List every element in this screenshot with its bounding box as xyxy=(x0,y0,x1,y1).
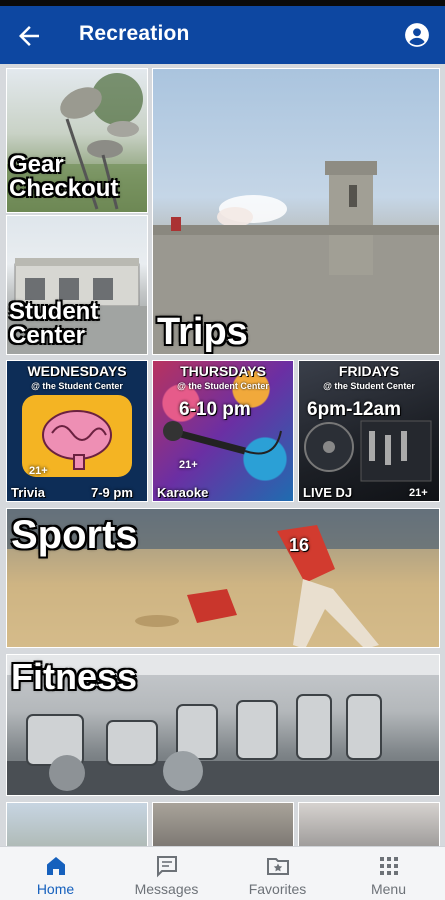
more-tile[interactable] xyxy=(298,802,440,846)
recreation-grid: Gear Checkout Student Center Trips WEDNE… xyxy=(0,64,445,846)
gear-checkout-label: Gear Checkout xyxy=(9,151,119,202)
page-title: Recreation xyxy=(79,22,190,45)
fitness-tile[interactable]: Fitness xyxy=(6,654,440,796)
message-icon xyxy=(157,856,177,878)
student-center-label: Student Center xyxy=(9,298,99,349)
nav-label: Messages xyxy=(134,881,199,897)
nav-label: Home xyxy=(36,881,75,897)
event-location: @ the Student Center xyxy=(323,381,415,391)
event-age: 21+ xyxy=(409,487,428,499)
event-time: 6pm-12am xyxy=(307,399,401,420)
nav-messages[interactable]: Messages xyxy=(111,847,222,900)
sports-label: Sports xyxy=(11,513,138,557)
student-center-tile[interactable]: Student Center xyxy=(6,215,148,355)
jersey-number: 16 xyxy=(289,535,310,555)
trivia-event-tile[interactable]: WEDNESDAYS @ the Student Center 21+ Triv… xyxy=(6,360,148,502)
event-age: 21+ xyxy=(179,459,198,471)
more-tile[interactable] xyxy=(6,802,148,846)
dj-event-tile[interactable]: FRIDAYS @ the Student Center 6pm-12am LI… xyxy=(298,360,440,502)
trips-tile[interactable]: Trips xyxy=(152,68,440,355)
nav-label: Menu xyxy=(370,881,407,897)
nav-menu[interactable]: Menu xyxy=(333,847,444,900)
microphone-icon xyxy=(163,421,282,455)
karaoke-event-tile[interactable]: THURSDAYS @ the Student Center 6-10 pm 2… xyxy=(152,360,294,502)
gear-checkout-tile[interactable]: Gear Checkout xyxy=(6,68,148,213)
nav-home[interactable]: Home xyxy=(0,847,111,900)
event-time: 7-9 pm xyxy=(91,485,133,500)
grid-menu-icon xyxy=(380,857,398,875)
fitness-label: Fitness xyxy=(11,656,138,697)
trips-label: Trips xyxy=(157,311,248,353)
nav-label: Favorites xyxy=(248,881,307,897)
event-name: LIVE DJ xyxy=(303,485,353,500)
nav-favorites[interactable]: Favorites xyxy=(222,847,333,900)
favorites-folder-icon xyxy=(267,858,289,875)
arrow-left-icon[interactable] xyxy=(14,21,44,51)
sports-tile[interactable]: 16 Sports xyxy=(6,508,440,648)
home-icon xyxy=(47,857,65,875)
bottom-navigation: Home Messages Favorites Menu xyxy=(0,846,445,900)
event-day: FRIDAYS xyxy=(338,363,400,379)
app-bar: Recreation xyxy=(0,6,445,64)
event-location: @ the Student Center xyxy=(31,381,123,391)
event-age: 21+ xyxy=(29,465,48,477)
more-tile[interactable] xyxy=(152,802,294,846)
account-circle-icon[interactable] xyxy=(404,22,430,48)
event-name: Trivia xyxy=(11,485,45,500)
event-name: Karaoke xyxy=(157,485,209,500)
event-day: WEDNESDAYS xyxy=(27,363,127,379)
